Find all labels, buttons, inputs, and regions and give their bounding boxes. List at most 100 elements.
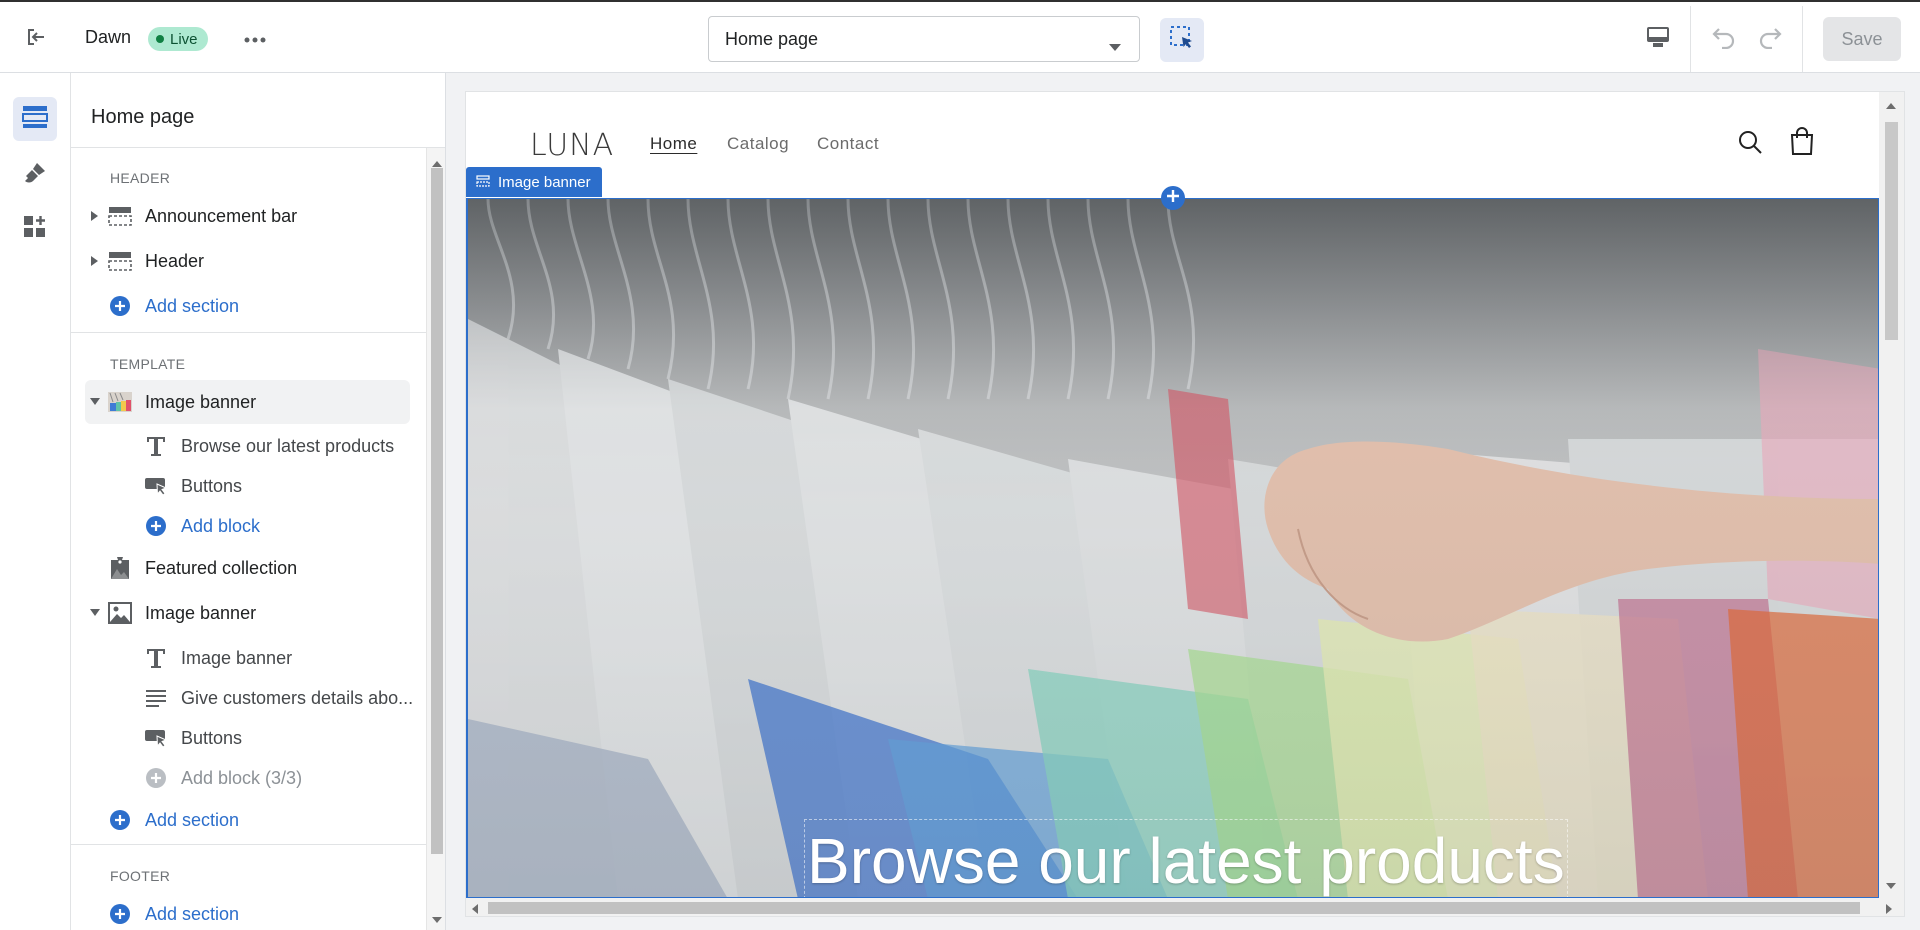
banner1-add-block-button[interactable]: Add block: [85, 504, 410, 548]
insert-section-button[interactable]: [1161, 186, 1185, 210]
page-selector[interactable]: Home page: [708, 16, 1140, 62]
inspector-button[interactable]: [1160, 18, 1204, 62]
text-icon: [143, 434, 169, 458]
scroll-down-arrow-icon[interactable]: [432, 910, 442, 928]
selected-section-tag[interactable]: Image banner: [466, 167, 602, 197]
paintbrush-icon: [23, 161, 47, 190]
theme-settings-tab[interactable]: [13, 153, 57, 197]
plus-circle-icon: [107, 808, 133, 832]
exit-button[interactable]: [16, 22, 56, 56]
cart-icon[interactable]: [1789, 126, 1815, 161]
exit-icon: [25, 26, 47, 53]
preview-vertical-scrollbar[interactable]: [1879, 92, 1904, 898]
image-banner-section[interactable]: Browse our latest products: [466, 198, 1879, 898]
section-item-announcement-bar[interactable]: Announcement bar: [85, 194, 410, 238]
footer-add-section-button[interactable]: Add section: [85, 892, 410, 930]
desktop-view-button[interactable]: [1640, 22, 1676, 56]
image-icon: [107, 601, 133, 625]
select-cursor-icon: [1169, 25, 1195, 56]
divider: [71, 332, 426, 333]
add-block-label: Add block (3/3): [181, 767, 303, 788]
section-item-header[interactable]: Header: [85, 239, 410, 283]
block-item-text[interactable]: Give customers details abo...: [85, 676, 414, 720]
caret-down-icon[interactable]: [89, 396, 101, 408]
plus-circle-icon: [107, 294, 133, 318]
preview-horizontal-scrollbar[interactable]: [466, 898, 1904, 916]
theme-name: Dawn: [85, 27, 132, 47]
scrollbar-thumb[interactable]: [431, 168, 443, 854]
add-section-label: Add section: [145, 903, 240, 924]
toolbar-divider: [1802, 6, 1803, 72]
template-add-section-button[interactable]: Add section: [85, 798, 410, 842]
icon-rail: [0, 73, 71, 930]
caret-right-icon[interactable]: [89, 255, 101, 267]
store-logo[interactable]: LUNA: [530, 128, 614, 163]
add-section-label: Add section: [145, 295, 240, 316]
block-item-label: Image banner: [181, 647, 293, 668]
app-embeds-tab[interactable]: [13, 207, 57, 251]
section-item-image-banner[interactable]: Image banner: [85, 380, 410, 424]
search-icon[interactable]: [1737, 129, 1763, 160]
sections-sidebar: Home page HEADER Announcement bar Header…: [71, 73, 446, 930]
section-item-label: Image banner: [145, 391, 257, 412]
block-item-label: Browse our latest products: [181, 435, 395, 456]
block-item-buttons[interactable]: Buttons: [85, 716, 410, 760]
nav-link-catalog[interactable]: Catalog: [727, 134, 789, 154]
page-selector-value: Home page: [725, 28, 819, 49]
block-item-label: Buttons: [181, 727, 243, 748]
sections-tab[interactable]: [13, 97, 57, 141]
section-item-image-banner-2[interactable]: Image banner: [85, 591, 410, 635]
scrollbar-thumb[interactable]: [488, 902, 1860, 914]
block-item-label: Give customers details abo...: [181, 687, 414, 708]
scrollbar-thumb[interactable]: [1885, 122, 1898, 340]
scroll-up-arrow-icon[interactable]: [1886, 96, 1896, 114]
undo-icon: [1711, 25, 1737, 54]
block-item-heading[interactable]: Image banner: [85, 636, 410, 680]
template-group-label: TEMPLATE: [110, 356, 186, 372]
block-item-label: Buttons: [181, 475, 243, 496]
plus-circle-icon: [143, 514, 169, 538]
toolbar-divider: [1690, 6, 1691, 72]
block-item-buttons[interactable]: Buttons: [85, 464, 410, 508]
clothing-rack-photo: [468, 199, 1878, 897]
top-bar: Dawn Live Home page Save: [0, 0, 1920, 73]
sections-icon: [22, 105, 48, 134]
nav-link-contact[interactable]: Contact: [817, 134, 879, 154]
banner-heading[interactable]: Browse our latest products: [804, 819, 1568, 897]
sidebar-scrollbar[interactable]: [426, 148, 445, 930]
divider: [71, 844, 426, 845]
caret-down-icon[interactable]: [89, 607, 101, 619]
scroll-right-arrow-icon[interactable]: [1886, 901, 1892, 916]
image-thumbnail-icon: [107, 390, 133, 414]
button-block-icon: [143, 726, 169, 750]
caret-right-icon[interactable]: [89, 210, 101, 222]
section-tag-label: Image banner: [498, 173, 591, 191]
scroll-down-arrow-icon[interactable]: [1886, 876, 1896, 894]
status-badge-label: Live: [170, 30, 198, 48]
header-add-section-button[interactable]: Add section: [85, 284, 410, 328]
sidebar-title: Home page: [91, 106, 195, 128]
store-header[interactable]: LUNA Home Catalog Contact: [466, 92, 1879, 198]
section-item-featured-collection[interactable]: Featured collection: [85, 546, 410, 590]
more-actions-button[interactable]: [240, 24, 270, 54]
scroll-left-arrow-icon[interactable]: [472, 901, 478, 916]
redo-button[interactable]: [1752, 22, 1788, 56]
nav-link-home[interactable]: Home: [650, 134, 697, 154]
plus-circle-disabled-icon: [143, 766, 169, 790]
undo-button[interactable]: [1706, 22, 1742, 56]
section-item-label: Featured collection: [145, 557, 298, 578]
section-drag-icon: [476, 174, 490, 191]
tag-icon: [107, 556, 133, 580]
caret-down-icon: [1109, 36, 1121, 57]
section-layout-icon: [107, 204, 133, 228]
banner2-add-block-button[interactable]: Add block (3/3): [85, 756, 410, 800]
store-preview: LUNA Home Catalog Contact Browse our lat…: [466, 92, 1904, 916]
plus-icon: [1166, 189, 1180, 208]
block-item-heading[interactable]: Browse our latest products: [85, 424, 410, 468]
header-group-label: HEADER: [110, 170, 171, 186]
more-horizontal-icon: [244, 30, 266, 48]
button-block-icon: [143, 474, 169, 498]
save-button[interactable]: Save: [1823, 17, 1901, 61]
section-item-label: Image banner: [145, 602, 257, 623]
add-block-label: Add block: [181, 515, 261, 536]
